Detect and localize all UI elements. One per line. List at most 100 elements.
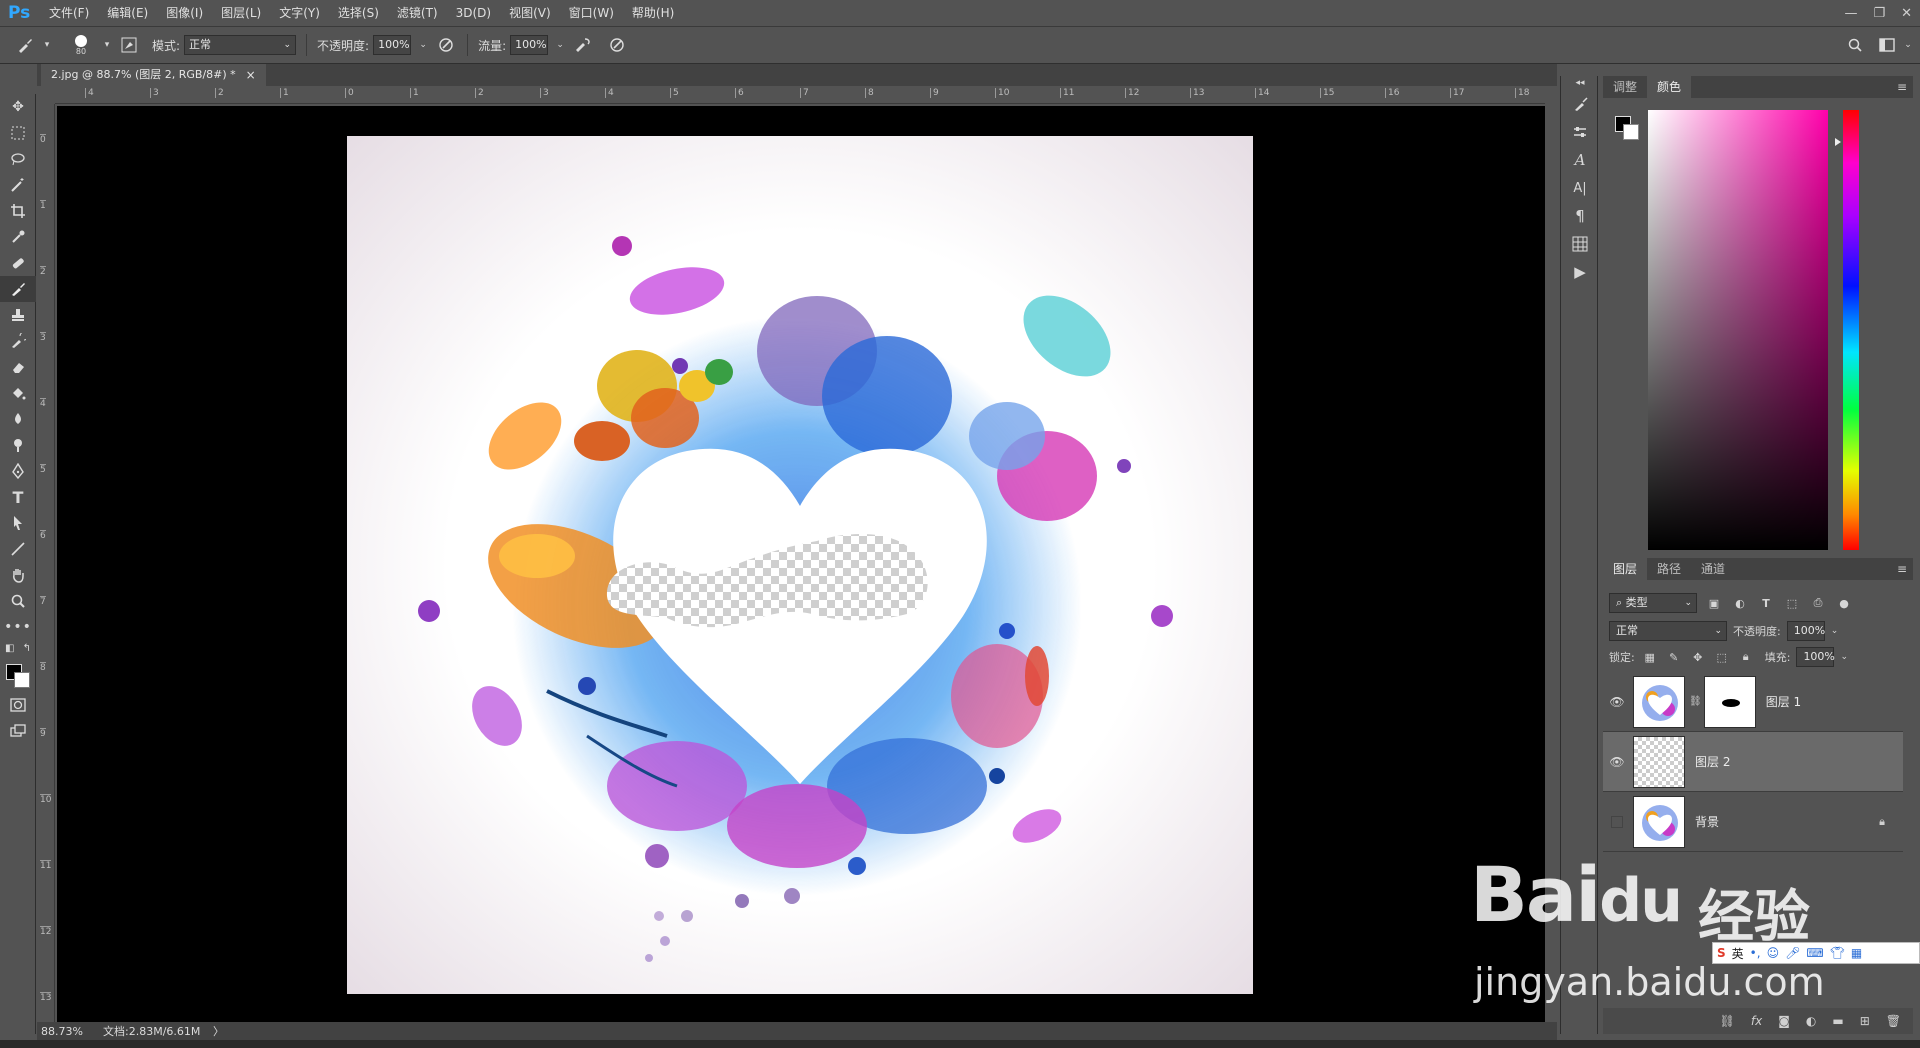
move-tool-icon[interactable]: ✥ [0, 94, 36, 120]
menu-view[interactable]: 视图(V) [500, 0, 560, 26]
menu-help[interactable]: 帮助(H) [623, 0, 683, 26]
magic-wand-tool-icon[interactable] [0, 172, 36, 198]
ime-language[interactable]: 英 [1732, 945, 1744, 962]
brush-presets-icon[interactable] [1561, 118, 1599, 146]
lock-position-icon[interactable]: ✥ [1689, 651, 1707, 664]
lock-all-icon[interactable]: 🔒︎ [1737, 650, 1755, 664]
tab-paths[interactable]: 路径 [1647, 558, 1691, 580]
menu-3d[interactable]: 3D(D) [447, 0, 500, 26]
chevron-down-icon[interactable]: ▾ [42, 34, 52, 56]
chevron-down-icon[interactable]: ⌄ [1902, 34, 1914, 56]
airbrush-icon[interactable] [572, 34, 594, 56]
filter-type-icon[interactable]: T [1757, 597, 1775, 610]
emoji-icon[interactable]: ☺ [1767, 946, 1780, 960]
menu-edit[interactable]: 编辑(E) [98, 0, 157, 26]
chevron-down-icon[interactable]: ⌄ [417, 34, 429, 56]
eraser-tool-icon[interactable] [0, 354, 36, 380]
blend-mode-select[interactable]: 正常 ⌄ [1609, 621, 1727, 641]
filter-kind-select[interactable]: ⌕ 类型 ⌄ [1609, 593, 1697, 613]
zoom-level[interactable]: 88.73% [37, 1025, 103, 1038]
fill-input[interactable]: 100% [1796, 647, 1835, 667]
menu-file[interactable]: 文件(F) [40, 0, 98, 26]
layer-name[interactable]: 图层 1 [1766, 693, 1801, 710]
layer-mask-thumbnail[interactable] [1703, 675, 1756, 728]
crop-tool-icon[interactable] [0, 198, 36, 224]
pen-tool-icon[interactable] [0, 458, 36, 484]
trash-icon[interactable]: 🗑︎ [1886, 1014, 1901, 1028]
clone-stamp-tool-icon[interactable] [0, 302, 36, 328]
close-document-icon[interactable]: × [246, 64, 256, 86]
layer-row-layer2[interactable]: 👁︎ 图层 2 [1603, 732, 1903, 792]
dodge-tool-icon[interactable] [0, 432, 36, 458]
toolbox-icon[interactable]: ▦ [1851, 946, 1862, 960]
lock-transparent-icon[interactable]: ▦ [1641, 651, 1659, 664]
opacity-input[interactable]: 100% [373, 35, 412, 55]
brush-settings-icon[interactable] [1561, 90, 1599, 118]
sogou-logo-icon[interactable]: S [1717, 946, 1726, 960]
filter-smart-object-icon[interactable]: ⎙ [1809, 596, 1827, 610]
pressure-opacity-icon[interactable] [435, 34, 457, 56]
default-colors-icon[interactable]: ◧ [5, 643, 14, 654]
layer-name[interactable]: 背景 [1695, 813, 1719, 830]
panel-menu-icon[interactable]: ≡ [1897, 80, 1907, 94]
character-styles-icon[interactable]: A| [1561, 174, 1599, 202]
tab-channels[interactable]: 通道 [1691, 558, 1735, 580]
chevron-down-icon[interactable]: ▾ [102, 34, 112, 56]
close-button[interactable]: ✕ [1901, 6, 1912, 21]
swap-colors-icon[interactable]: ◧ ↰ [0, 640, 36, 656]
chevron-down-icon[interactable]: ⌄ [1840, 652, 1848, 662]
character-icon[interactable]: A [1561, 146, 1599, 174]
tab-adjustments[interactable]: 调整 [1603, 76, 1647, 98]
layer-row-background[interactable]: 背景 🔒︎ [1603, 792, 1903, 852]
filter-adjustment-icon[interactable]: ◐ [1731, 597, 1749, 610]
blur-tool-icon[interactable] [0, 406, 36, 432]
lock-artboard-icon[interactable]: ⬚ [1713, 651, 1731, 664]
path-selection-tool-icon[interactable] [0, 510, 36, 536]
adjustment-icon[interactable]: ◐ [1806, 1014, 1816, 1028]
brush-panel-toggle-icon[interactable] [118, 34, 140, 56]
paragraph-icon[interactable]: ¶ [1561, 202, 1599, 230]
lasso-tool-icon[interactable] [0, 146, 36, 172]
flow-input[interactable]: 100% [510, 35, 549, 55]
screen-mode-icon[interactable] [0, 718, 36, 744]
minimize-button[interactable]: — [1844, 6, 1857, 21]
panel-menu-icon[interactable]: ≡ [1897, 562, 1907, 576]
menu-select[interactable]: 选择(S) [329, 0, 388, 26]
eyedropper-tool-icon[interactable] [0, 224, 36, 250]
type-tool-icon[interactable]: T [0, 484, 36, 510]
eye-icon[interactable]: 👁︎ [1603, 695, 1631, 709]
collapse-arrows-icon[interactable]: ◂◂ [1561, 76, 1599, 90]
document-tab[interactable]: 2.jpg @ 88.7% (图层 2, RGB/8#) * × [41, 64, 266, 86]
layer-thumbnail[interactable] [1633, 735, 1685, 788]
eye-icon[interactable]: 👁︎ [1603, 755, 1631, 769]
keyboard-icon[interactable]: ⌨ [1806, 946, 1823, 960]
document-canvas[interactable] [347, 136, 1253, 994]
fx-icon[interactable]: fx [1751, 1014, 1762, 1028]
layer-opacity-input[interactable]: 100% [1786, 621, 1825, 641]
status-menu-arrow-icon[interactable]: 〉 [213, 1023, 224, 1039]
line-tool-icon[interactable] [0, 536, 36, 562]
mask-icon[interactable]: ◙ [1778, 1014, 1790, 1028]
filter-toggle-icon[interactable]: ● [1835, 597, 1853, 610]
layer-thumbnail[interactable] [1633, 795, 1685, 848]
quick-mask-icon[interactable] [0, 692, 36, 718]
mask-link-icon[interactable]: ⛓︎ [1689, 696, 1702, 707]
layer-thumbnail[interactable] [1633, 675, 1685, 728]
eye-hidden-icon[interactable] [1611, 815, 1623, 828]
paint-bucket-tool-icon[interactable] [0, 380, 36, 406]
chevron-down-icon[interactable]: ⌄ [554, 34, 566, 56]
menu-layer[interactable]: 图层(L) [212, 0, 270, 26]
tab-color[interactable]: 颜色 [1647, 76, 1692, 98]
filter-shape-icon[interactable]: ⬚ [1783, 597, 1801, 610]
menu-image[interactable]: 图像(I) [157, 0, 212, 26]
color-picker-field[interactable] [1648, 110, 1828, 550]
lock-pixels-icon[interactable]: ✎ [1665, 651, 1683, 664]
brush-tool-icon[interactable] [0, 276, 36, 302]
history-brush-tool-icon[interactable] [0, 328, 36, 354]
filter-pixel-icon[interactable]: ▣ [1705, 597, 1723, 610]
hue-marker-icon[interactable] [1835, 138, 1841, 146]
background-color-swatch[interactable] [1623, 124, 1639, 140]
search-icon[interactable] [1844, 34, 1866, 56]
menu-filter[interactable]: 滤镜(T) [388, 0, 447, 26]
tab-layers[interactable]: 图层 [1603, 558, 1648, 580]
